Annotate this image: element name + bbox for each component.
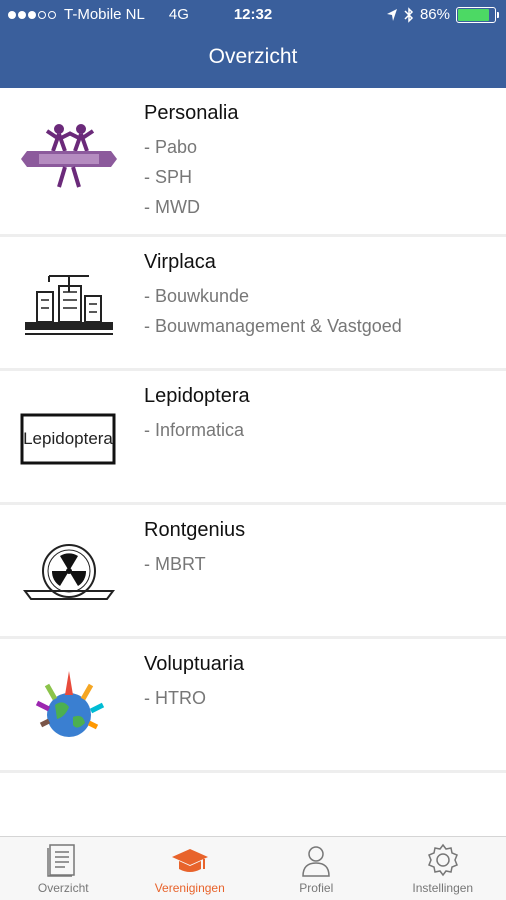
- tab-profiel[interactable]: Profiel: [253, 837, 380, 900]
- status-bar: T-Mobile NL 4G 12:32 86%: [0, 0, 506, 30]
- study-item: - MWD: [144, 197, 200, 217]
- tab-label: Instellingen: [412, 881, 474, 895]
- list-item-personalia[interactable]: Personalia - Pabo - SPH - MWD: [0, 88, 506, 237]
- document-icon: [47, 844, 75, 877]
- association-name: Virplaca: [144, 251, 216, 273]
- list-item-virplaca[interactable]: Virplaca - Bouwkunde - Bouwmanagement & …: [0, 237, 506, 371]
- personalia-logo: [18, 116, 120, 196]
- association-name: Voluptuaria: [144, 653, 245, 675]
- gear-icon: [427, 843, 458, 877]
- study-item: - Bouwmanagement & Vastgoed: [144, 316, 402, 336]
- page-title: Overzicht: [208, 45, 298, 68]
- tab-verenigingen[interactable]: Verenigingen: [127, 837, 254, 900]
- tab-label: Profiel: [299, 881, 334, 895]
- rontgenius-logo: [18, 533, 120, 613]
- navigation-bar: Overzicht: [0, 30, 506, 88]
- study-list: - Pabo - SPH - MWD: [144, 132, 200, 222]
- study-list: - MBRT: [144, 549, 206, 579]
- study-item: - SPH: [144, 167, 193, 187]
- associations-list: Personalia - Pabo - SPH - MWD Virplaca -…: [0, 88, 506, 773]
- study-list: - HTRO: [144, 683, 206, 713]
- svg-text:Lepidoptera: Lepidoptera: [23, 429, 113, 448]
- study-item: - Informatica: [144, 420, 245, 440]
- tab-instellingen[interactable]: Instellingen: [380, 837, 506, 900]
- association-name: Rontgenius: [144, 519, 246, 541]
- study-item: - MBRT: [144, 554, 206, 574]
- location-arrow-icon: [386, 8, 397, 21]
- list-item-voluptuaria[interactable]: Voluptuaria - HTRO: [0, 639, 506, 773]
- study-item: - Pabo: [144, 137, 198, 157]
- association-name: Personalia: [144, 102, 239, 124]
- person-icon: [302, 846, 331, 877]
- lepidoptera-logo: Lepidoptera: [18, 399, 120, 479]
- association-name: Lepidoptera: [144, 385, 250, 407]
- study-item: - Bouwkunde: [144, 286, 250, 306]
- tab-overzicht[interactable]: Overzicht: [0, 837, 127, 900]
- study-list: - Bouwkunde - Bouwmanagement & Vastgoed: [144, 281, 402, 341]
- graduation-cap-icon: [171, 849, 208, 872]
- tab-label: Overzicht: [37, 881, 89, 895]
- study-list: - Informatica: [144, 415, 244, 445]
- voluptuaria-logo: [18, 667, 120, 747]
- tab-label: Verenigingen: [154, 881, 225, 895]
- virplaca-logo: [18, 265, 120, 345]
- list-item-rontgenius[interactable]: Rontgenius - MBRT: [0, 505, 506, 639]
- list-item-lepidoptera[interactable]: Lepidoptera Lepidoptera - Informatica: [0, 371, 506, 505]
- battery-percentage: 86%: [419, 6, 450, 23]
- tab-bar: Overzicht Verenigingen Profiel Instellin…: [0, 836, 506, 900]
- bluetooth-icon: [404, 6, 414, 23]
- study-item: - HTRO: [144, 688, 206, 708]
- battery-icon: [456, 6, 499, 23]
